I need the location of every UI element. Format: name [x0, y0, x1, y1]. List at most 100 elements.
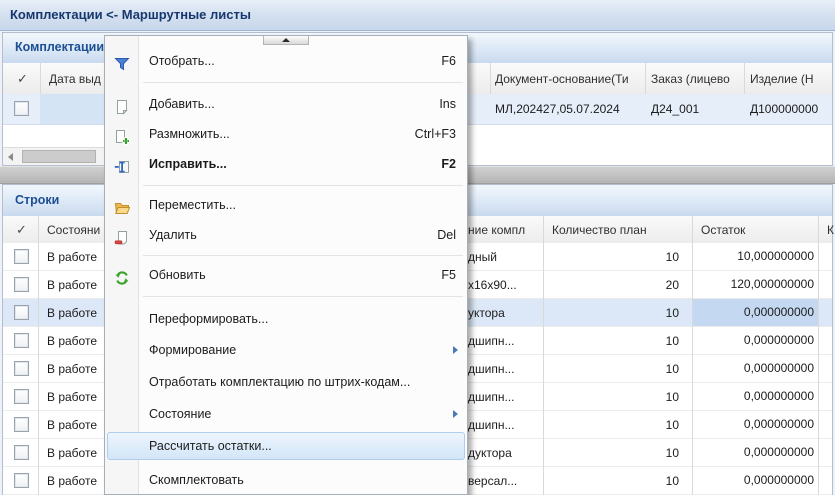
menu-item-shortcut: F6: [441, 46, 456, 76]
row-checkbox[interactable]: [14, 417, 29, 432]
menu-item-label: Отобрать...: [149, 46, 215, 76]
window-title: Комплектации <- Маршрутные листы: [10, 7, 251, 22]
cell-component: версал...: [468, 474, 542, 488]
context-menu: Отобрать... F6 Добавить... Ins Размножит…: [104, 35, 468, 495]
cell-state: В работе: [47, 250, 97, 264]
add-document-icon: [114, 96, 130, 112]
cell-remainder: 0,000000000: [693, 327, 818, 354]
panel-komplektacii-title: Комплектации: [15, 40, 104, 54]
menu-scroll-up-button[interactable]: [263, 36, 309, 45]
menu-item-label: Формирование: [149, 335, 236, 365]
column-divider: [692, 216, 693, 495]
column-state[interactable]: Состояни: [47, 223, 100, 237]
cell-qty-plan: 10: [543, 250, 679, 264]
menu-item-label: Исправить...: [149, 149, 227, 179]
horizontal-scrollbar[interactable]: [3, 147, 104, 165]
cell-qty-plan: 10: [543, 446, 679, 460]
panel-stroki-title: Строки: [15, 193, 59, 207]
cell-component: дшипн...: [468, 390, 542, 404]
cell-qty-plan: 10: [543, 334, 679, 348]
cell-component: уктора: [468, 306, 542, 320]
menu-item-label: Переформировать...: [149, 304, 268, 334]
row-checkbox[interactable]: [14, 473, 29, 488]
menu-item-label: Состояние: [149, 399, 211, 429]
cell-component: дуктора: [468, 446, 542, 460]
row-checkbox[interactable]: [14, 277, 29, 292]
column-remainder[interactable]: Остаток: [701, 223, 745, 237]
row-checkbox[interactable]: [14, 333, 29, 348]
column-document[interactable]: Документ-основание(Ти: [495, 72, 629, 86]
cell-component: дшипн...: [468, 418, 542, 432]
menu-item-barcode-processing[interactable]: Отработать комплектацию по штрих-кодам..…: [106, 367, 466, 397]
menu-item-reform[interactable]: Переформировать...: [106, 304, 466, 334]
scrollbar-thumb[interactable]: [22, 150, 96, 163]
app-window: Комплектации <- Маршрутные листы Комплек…: [0, 0, 835, 495]
cell-component: дшипн...: [468, 334, 542, 348]
submenu-arrow-icon: [453, 346, 458, 354]
column-qty-plan[interactable]: Количество план: [552, 223, 647, 237]
row-checkbox[interactable]: [14, 249, 29, 264]
current-cell[interactable]: [40, 94, 104, 124]
cell-remainder: 0,000000000: [693, 439, 818, 466]
edit-document-icon: [114, 156, 130, 172]
column-product[interactable]: Изделие (Н: [750, 72, 814, 86]
cell-qty-plan: 20: [543, 278, 679, 292]
cell-qty-plan: 10: [543, 474, 679, 488]
cell-remainder: 0,000000000: [693, 467, 818, 494]
menu-separator: [143, 255, 463, 256]
menu-item-delete[interactable]: Удалить Del: [106, 220, 466, 250]
cell-order: Д24_001: [651, 102, 699, 116]
check-all-column-header[interactable]: ✓: [17, 71, 28, 87]
column-order[interactable]: Заказ (лицево: [651, 72, 730, 86]
column-component[interactable]: ние компл: [468, 223, 525, 237]
column-divider: [38, 216, 39, 495]
row-checkbox[interactable]: [14, 305, 29, 320]
row-checkbox[interactable]: [14, 361, 29, 376]
menu-item-edit[interactable]: Исправить... F2: [106, 149, 466, 179]
menu-item-formation[interactable]: Формирование: [106, 335, 466, 365]
column-next[interactable]: К: [827, 223, 834, 237]
menu-separator: [143, 296, 463, 297]
cell-component: дный: [468, 250, 542, 264]
cell-state: В работе: [47, 390, 97, 404]
menu-item-refresh[interactable]: Обновить F5: [106, 260, 466, 290]
cell-product: Д100000000: [750, 102, 818, 116]
row-checkbox[interactable]: [14, 101, 29, 116]
menu-item-assemble[interactable]: Скомплектовать: [106, 465, 466, 495]
menu-separator: [143, 185, 463, 186]
cell-state: В работе: [47, 362, 97, 376]
submenu-arrow-icon: [453, 410, 458, 418]
cell-remainder: 0,000000000: [693, 383, 818, 410]
menu-separator: [143, 82, 463, 83]
menu-item-duplicate[interactable]: Размножить... Ctrl+F3: [106, 119, 466, 149]
menu-item-shortcut: F2: [441, 149, 456, 179]
menu-item-shortcut: Ins: [439, 89, 456, 119]
move-folder-icon: [114, 197, 130, 213]
menu-item-state[interactable]: Состояние: [106, 399, 466, 429]
scroll-left-button[interactable]: [3, 148, 19, 165]
menu-item-label: Рассчитать остатки...: [149, 433, 272, 459]
menu-item-label: Скомплектовать: [149, 465, 244, 495]
menu-item-add[interactable]: Добавить... Ins: [106, 89, 466, 119]
cell-state: В работе: [47, 474, 97, 488]
cell-component: х16х90...: [468, 278, 542, 292]
cell-state: В работе: [47, 278, 97, 292]
cell-document: МЛ,202427,05.07.2024: [495, 102, 620, 116]
cell-state: В работе: [47, 446, 97, 460]
menu-item-calc-remainders[interactable]: Рассчитать остатки...: [107, 432, 465, 460]
menu-item-filter[interactable]: Отобрать... F6: [106, 46, 466, 76]
menu-item-shortcut: Del: [437, 220, 456, 250]
cell-remainder: 0,000000000: [693, 411, 818, 438]
cell-qty-plan: 10: [543, 390, 679, 404]
cell-remainder: 10,000000000: [693, 243, 818, 270]
row-checkbox[interactable]: [14, 389, 29, 404]
menu-item-shortcut: F5: [441, 260, 456, 290]
cell-qty-plan: 10: [543, 418, 679, 432]
filter-icon: [114, 53, 130, 69]
check-all-column-header[interactable]: ✓: [16, 222, 27, 238]
column-date[interactable]: Дата выд: [49, 72, 101, 86]
row-checkbox[interactable]: [14, 445, 29, 460]
refresh-icon: [114, 267, 130, 283]
cell-qty-plan: 10: [543, 306, 679, 320]
menu-item-move[interactable]: Переместить...: [106, 190, 466, 220]
